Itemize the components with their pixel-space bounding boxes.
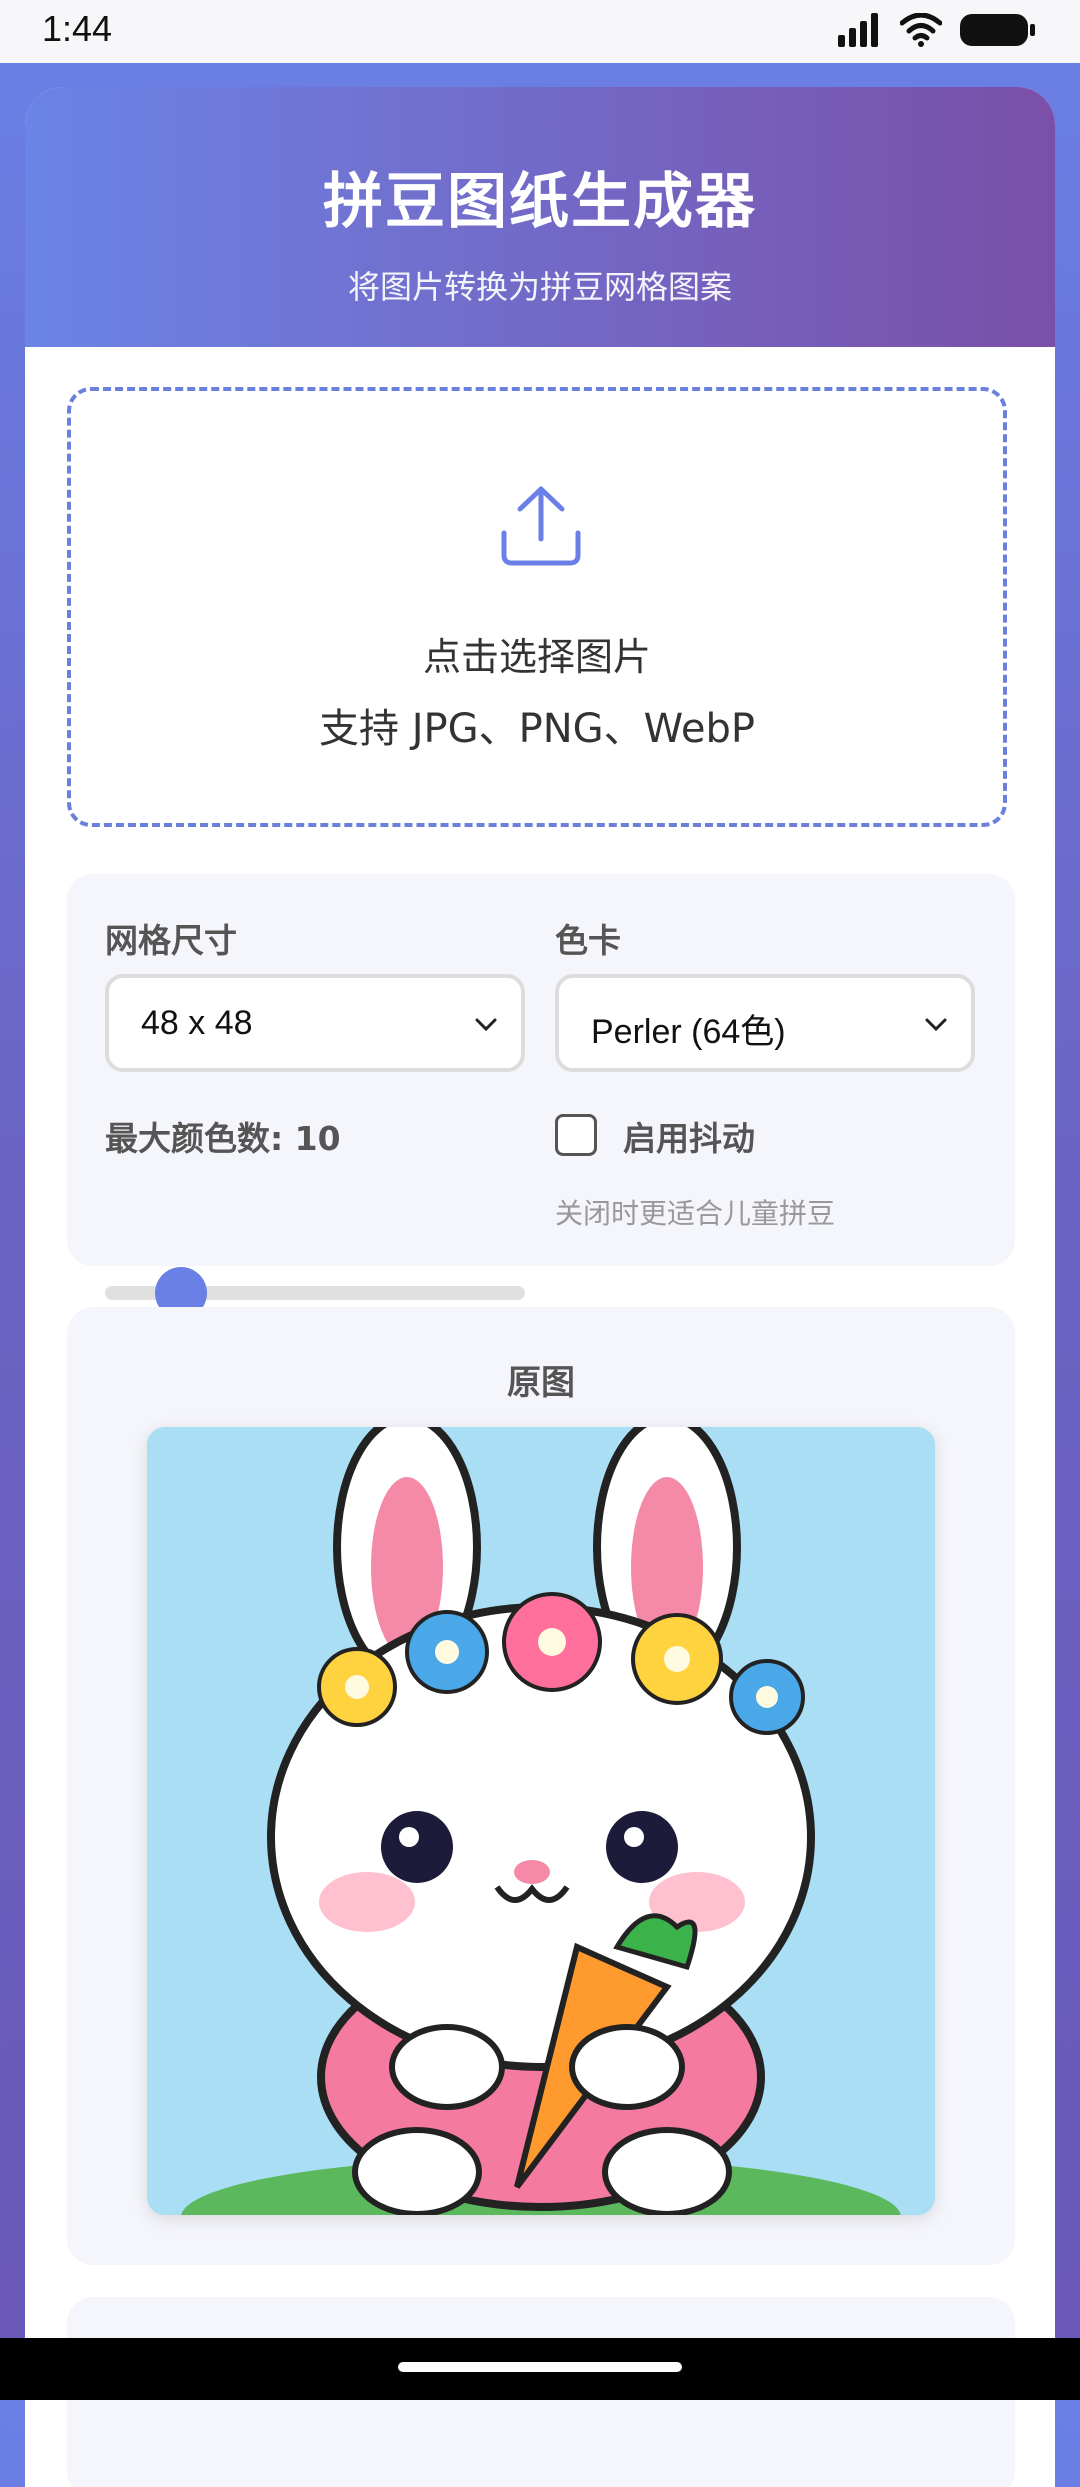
app-title: 拼豆图纸生成器 bbox=[323, 167, 757, 237]
upload-area[interactable]: 点击选择图片 支持 JPG、PNG、WebP bbox=[67, 387, 1007, 827]
upload-prompt: 点击选择图片 bbox=[422, 635, 651, 679]
grid-size-value: 48 x 48 bbox=[141, 1004, 253, 1042]
palette-label: 色卡 bbox=[555, 921, 621, 960]
status-bar: 1:44 bbox=[0, 0, 1080, 63]
status-time: 1:44 bbox=[42, 8, 113, 49]
palette-value: Perler (64色) bbox=[591, 1013, 786, 1051]
wifi-icon bbox=[900, 13, 942, 47]
upload-formats: 支持 JPG、PNG、WebP bbox=[319, 706, 755, 752]
max-colors-label: 最大颜色数: 10 bbox=[105, 1119, 341, 1158]
dither-label[interactable]: 启用抖动 bbox=[623, 1112, 755, 1160]
home-indicator[interactable] bbox=[398, 2362, 682, 2372]
upload-icon bbox=[501, 486, 581, 566]
grid-size-label: 网格尺寸 bbox=[105, 921, 237, 960]
dither-hint: 关闭时更适合儿童拼豆 bbox=[555, 1197, 836, 1230]
status-icons bbox=[838, 12, 1036, 48]
grid-size-select[interactable]: 48 x 48 bbox=[105, 974, 525, 1072]
original-preview-panel: 原图 bbox=[67, 1307, 1015, 2265]
battery-icon bbox=[960, 14, 1035, 46]
bunny-illustration bbox=[147, 1427, 935, 2215]
chevron-down-icon bbox=[475, 1018, 497, 1032]
app-subtitle: 将图片转换为拼豆网格图案 bbox=[347, 268, 732, 306]
chevron-down-icon bbox=[925, 1018, 947, 1032]
original-image bbox=[147, 1427, 935, 2215]
navigation-bar bbox=[0, 2338, 1080, 2400]
dither-checkbox[interactable] bbox=[555, 1114, 597, 1156]
preview-title: 原图 bbox=[507, 1363, 575, 1403]
palette-select[interactable]: Perler (64色) bbox=[555, 974, 975, 1072]
settings-panel: 网格尺寸 48 x 48 色卡 Perler (64色) 最大颜色数: 10 启… bbox=[67, 874, 1015, 1319]
main-card: 拼豆图纸生成器 将图片转换为拼豆网格图案 点击选择图片 支持 JPG、PNG、W… bbox=[25, 87, 1055, 2487]
app-header: 拼豆图纸生成器 将图片转换为拼豆网格图案 bbox=[25, 87, 1055, 347]
signal-icon bbox=[838, 13, 878, 47]
